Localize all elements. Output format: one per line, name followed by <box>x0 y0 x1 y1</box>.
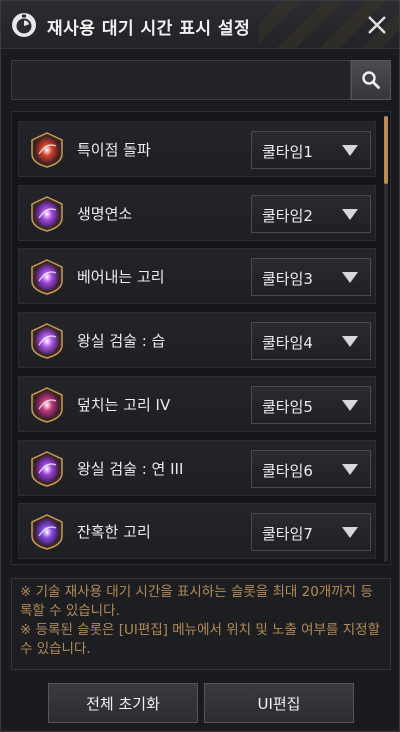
reset-all-button[interactable]: 전체 초기화 <box>48 683 198 723</box>
magenta-hook-icon <box>31 387 63 423</box>
purple-blade-icon <box>31 323 63 359</box>
ui-edit-button[interactable]: UI편집 <box>204 683 354 723</box>
search-input[interactable] <box>11 60 351 100</box>
notice-line-1: ※ 기술 재사용 대기 시간을 표시하는 슬롯을 최대 20개까지 등록할 수 … <box>20 584 373 619</box>
list-item: 잔혹한 고리 쿨타임7 <box>18 503 376 559</box>
dropdown-value: 쿨타임2 <box>262 207 313 225</box>
chevron-down-icon <box>342 400 358 411</box>
list-item: 왕실 검술 : 연 III 쿨타임6 <box>18 440 376 496</box>
chevron-down-icon <box>342 145 358 156</box>
cooldown-slot-dropdown[interactable]: 쿨타임4 <box>251 322 371 360</box>
flame-figure-icon <box>31 132 63 168</box>
chevron-down-icon <box>342 527 358 538</box>
chevron-down-icon <box>342 209 358 220</box>
cooldown-slot-dropdown[interactable]: 쿨타임3 <box>251 258 371 296</box>
chevron-down-icon <box>342 272 358 283</box>
dropdown-value: 쿨타임3 <box>262 270 313 288</box>
purple-slash-icon <box>31 259 63 295</box>
cooldown-slot-dropdown[interactable]: 쿨타임1 <box>251 131 371 169</box>
dropdown-value: 쿨타임6 <box>262 462 313 480</box>
search-button[interactable] <box>351 60 391 100</box>
cooldown-slot-dropdown[interactable]: 쿨타임2 <box>251 195 371 233</box>
cooldown-slot-dropdown[interactable]: 쿨타임6 <box>251 450 371 488</box>
search-row <box>11 60 391 100</box>
notice-box: ※ 기술 재사용 대기 시간을 표시하는 슬롯을 최대 20개까지 등록할 수 … <box>11 578 391 670</box>
skill-name: 잔혹한 고리 <box>77 523 151 541</box>
close-button[interactable] <box>361 9 393 41</box>
list-item: 베어내는 고리 쿨타임3 <box>18 248 376 304</box>
purple-swirl-icon <box>31 514 63 550</box>
search-icon <box>362 71 380 89</box>
cooldown-settings-window: 재사용 대기 시간 표시 설정 특이점 돌파 쿨타임1 생명연소 쿨타임2 베어내는 고… <box>0 0 400 732</box>
skill-name: 특이점 돌파 <box>77 141 151 159</box>
cooldown-slot-dropdown[interactable]: 쿨타임7 <box>251 513 371 551</box>
dropdown-value: 쿨타임4 <box>262 334 313 352</box>
chevron-down-icon <box>342 464 358 475</box>
window-title: 재사용 대기 시간 표시 설정 <box>47 19 251 39</box>
list-item: 덮치는 고리 IV 쿨타임5 <box>18 376 376 432</box>
skill-list: 특이점 돌파 쿨타임1 생명연소 쿨타임2 베어내는 고리 쿨타임3 왕실 검술 : 습 쿨타… <box>11 111 391 565</box>
cooldown-slot-dropdown[interactable]: 쿨타임5 <box>251 386 371 424</box>
title-bar: 재사용 대기 시간 표시 설정 <box>1 1 399 49</box>
list-item: 왕실 검술 : 습 쿨타임4 <box>18 312 376 368</box>
close-icon <box>368 16 386 34</box>
skill-name: 생명연소 <box>77 205 133 223</box>
dropdown-value: 쿨타임7 <box>262 525 313 543</box>
skill-name: 베어내는 고리 <box>77 268 165 286</box>
chevron-down-icon <box>342 336 358 347</box>
list-item: 특이점 돌파 쿨타임1 <box>18 121 376 177</box>
list-item: 생명연소 쿨타임2 <box>18 185 376 241</box>
purple-burst-icon <box>31 196 63 232</box>
scrollbar[interactable] <box>384 116 388 562</box>
skill-name: 왕실 검술 : 습 <box>77 332 166 350</box>
purple-orb-icon <box>31 451 63 487</box>
timer-icon <box>12 13 36 37</box>
skill-name: 덮치는 고리 IV <box>77 396 171 414</box>
skill-name: 왕실 검술 : 연 III <box>77 460 184 478</box>
scrollbar-thumb[interactable] <box>384 116 388 184</box>
dropdown-value: 쿨타임5 <box>262 398 313 416</box>
notice-line-2: ※ 등록된 슬롯은 [UI편집] 메뉴에서 위치 및 노출 여부를 지정할 수 … <box>20 622 380 657</box>
dropdown-value: 쿨타임1 <box>262 143 313 161</box>
